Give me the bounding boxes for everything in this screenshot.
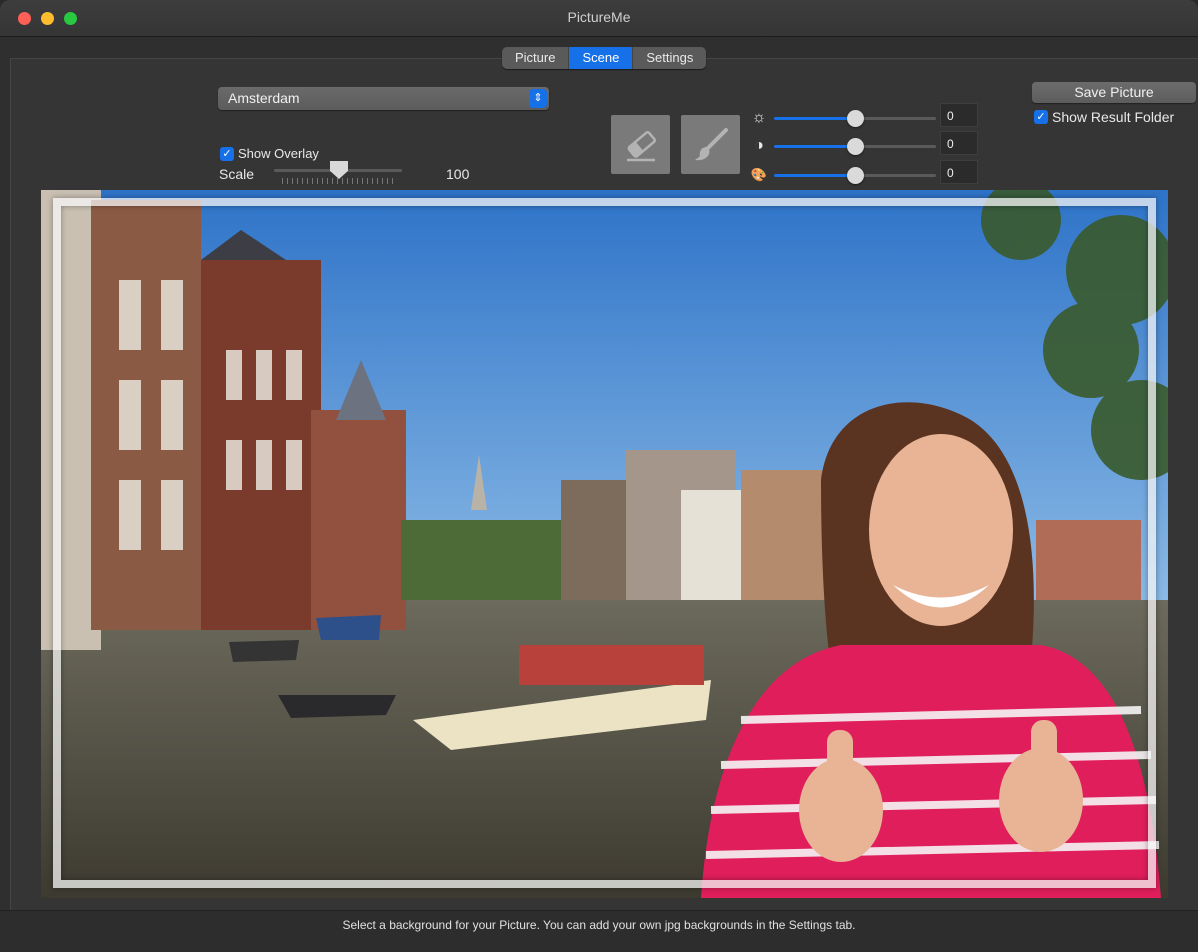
tab-scene[interactable]: Scene [569, 47, 634, 69]
contrast-slider-thumb[interactable] [847, 138, 864, 155]
contrast-icon: ◑ [754, 137, 764, 154]
tab-picture[interactable]: Picture [502, 47, 570, 69]
brightness-value-field[interactable]: 0 [940, 103, 978, 127]
brush-icon [695, 128, 728, 161]
chevron-updown-icon: ⇕ [529, 89, 547, 108]
brush-button[interactable] [681, 115, 740, 174]
contrast-value-field[interactable]: 0 [940, 131, 978, 155]
saturation-value-field[interactable]: 0 [940, 160, 978, 184]
window-title: PictureMe [567, 9, 631, 25]
background-select-value: Amsterdam [228, 90, 300, 106]
scale-slider-ticks [282, 178, 394, 184]
eraser-button[interactable] [611, 115, 670, 174]
saturation-slider-track[interactable] [856, 174, 936, 177]
checkmark-icon: ✓ [1034, 110, 1048, 125]
title-bar: PictureMe [0, 0, 1198, 37]
app-window: PictureMe Picture Scene Settings Amsterd… [0, 0, 1198, 952]
background-select[interactable]: Amsterdam ⇕ [218, 87, 549, 110]
saturation-row: 🎨 0 [750, 160, 980, 186]
checkmark-icon: ✓ [220, 146, 234, 161]
brightness-slider-fill [774, 117, 856, 120]
brightness-slider-track[interactable] [856, 117, 936, 120]
tab-bar: Picture Scene Settings [502, 47, 707, 69]
brightness-slider-thumb[interactable] [847, 110, 864, 127]
contrast-slider-fill [774, 145, 856, 148]
status-message: Select a background for your Picture. Yo… [342, 918, 856, 932]
contrast-row: ◑ 0 [750, 131, 980, 157]
contrast-slider-track[interactable] [856, 145, 936, 148]
show-overlay-label: Show Overlay [238, 146, 319, 162]
brightness-row: ☼ 0 [750, 103, 980, 129]
saturation-slider-thumb[interactable] [847, 167, 864, 184]
save-picture-button[interactable]: Save Picture [1032, 82, 1196, 103]
saturation-slider-fill [774, 174, 856, 177]
palette-icon: 🎨 [750, 167, 768, 182]
scale-value: 100 [446, 166, 470, 182]
brightness-icon: ☼ [751, 109, 767, 126]
status-bar: Select a background for your Picture. Yo… [0, 910, 1198, 952]
show-overlay-checkbox[interactable]: ✓ Show Overlay [220, 145, 319, 161]
picture-canvas[interactable] [41, 190, 1168, 898]
tab-settings[interactable]: Settings [633, 47, 706, 69]
show-result-folder-checkbox[interactable]: ✓ Show Result Folder [1034, 108, 1174, 125]
eraser-icon [627, 130, 657, 162]
scale-label: Scale [219, 166, 255, 182]
overlay-frame [53, 198, 1156, 888]
show-result-folder-label: Show Result Folder [1052, 109, 1175, 126]
